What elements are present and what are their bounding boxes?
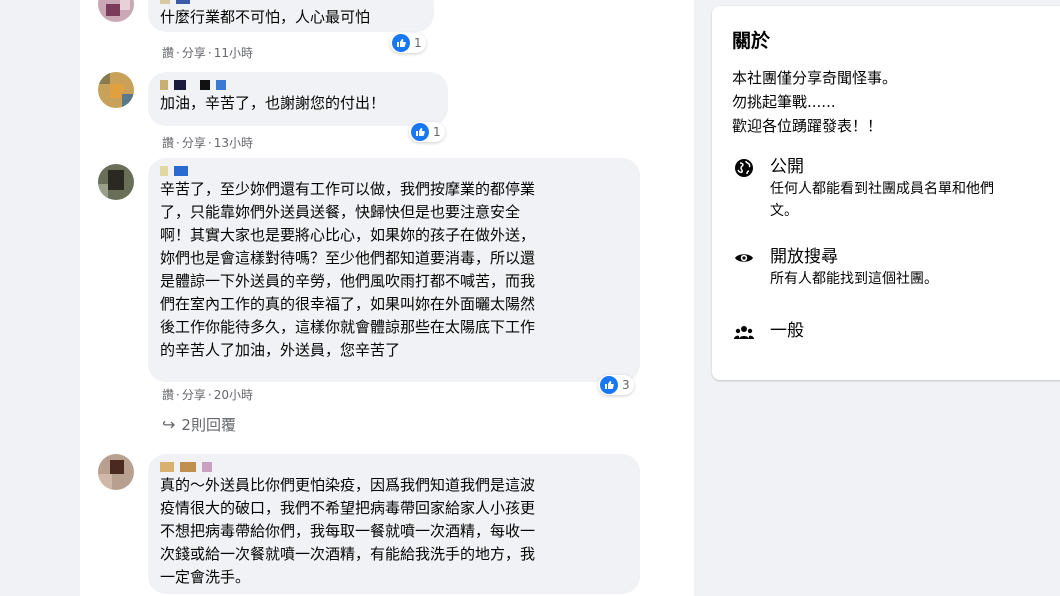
comment-text: 加油，辛苦了，也謝謝您的付出！ [160,94,386,112]
comment-text: 真的～外送員比你們更怕染疫，因爲我們知道我們是這波 疫情很大的破口，我們不希望把… [160,476,536,586]
globe-icon [732,156,756,180]
comment-timestamp[interactable]: 20小時 [214,388,253,402]
comment-bubble: 什麼行業都不可怕，人心最可怕 [148,0,434,32]
comment-actions: 讚 · 分享 · 11小時 [162,46,253,60]
group-icon [732,320,756,344]
avatar[interactable] [98,72,134,108]
reaction-number: 1 [414,36,422,50]
comment-timestamp[interactable]: 13小時 [214,136,253,150]
like-icon [392,34,410,52]
privacy-description: 任何人都能看到社團成員名單和他們 文。 [770,181,994,219]
like-link[interactable]: 讚 [162,388,174,402]
comment-bubble: 加油，辛苦了，也謝謝您的付出！ [148,72,448,126]
comment-text: 什麼行業都不可怕，人心最可怕 [160,8,371,26]
eye-icon [732,246,756,270]
avatar[interactable] [98,454,134,490]
reply-arrow-icon: ↪ [162,415,176,434]
share-link[interactable]: 分享 [182,136,206,150]
like-link[interactable]: 讚 [162,136,174,150]
comment-bubble: 辛苦了，至少妳們還有工作可以做，我們按摩業的都停業 了，只能靠妳們外送員送餐，快… [148,158,640,382]
group-type-row: 一般 [732,320,804,344]
avatar[interactable] [98,164,134,200]
comment-timestamp[interactable]: 11小時 [214,46,253,60]
about-panel: 關於 本社團僅分享奇聞怪事。 勿挑起筆戰...... 歡迎各位踴躍發表！！ 公開… [712,6,1060,380]
visibility-description: 所有人都能找到這個社團。 [770,271,938,287]
avatar[interactable] [98,0,134,22]
group-type-title: 一般 [770,321,804,341]
commenter-name[interactable] [160,0,422,4]
replies-label: 2則回覆 [181,416,236,434]
commenter-name[interactable] [160,80,436,90]
reaction-number: 1 [433,125,441,139]
comment-actions: 讚 · 分享 · 20小時 [162,388,253,402]
view-replies-link[interactable]: ↪ 2則回覆 [162,414,236,435]
comment-bubble: 真的～外送員比你們更怕染疫，因爲我們知道我們是這波 疫情很大的破口，我們不希望把… [148,454,640,594]
reaction-number: 3 [622,378,630,392]
share-link[interactable]: 分享 [182,46,206,60]
reaction-count[interactable]: 3 [598,375,634,395]
share-link[interactable]: 分享 [182,388,206,402]
comment-actions: 讚 · 分享 · 13小時 [162,136,253,150]
privacy-row: 公開 任何人都能看到社團成員名單和他們 文。 [732,156,994,222]
comment-text: 辛苦了，至少妳們還有工作可以做，我們按摩業的都停業 了，只能靠妳們外送員送餐，快… [160,180,536,359]
like-icon [600,376,618,394]
reaction-count[interactable]: 1 [409,122,445,142]
about-description: 本社團僅分享奇聞怪事。 勿挑起筆戰...... 歡迎各位踴躍發表！！ [732,69,898,135]
reaction-count[interactable]: 1 [390,33,426,53]
visibility-title: 開放搜尋 [770,247,838,267]
commenter-name[interactable] [160,462,628,472]
like-link[interactable]: 讚 [162,46,174,60]
visibility-row: 開放搜尋 所有人都能找到這個社團。 [732,246,938,290]
commenter-name[interactable] [160,166,628,176]
about-title: 關於 [732,30,771,52]
like-icon [411,123,429,141]
privacy-title: 公開 [770,157,804,177]
